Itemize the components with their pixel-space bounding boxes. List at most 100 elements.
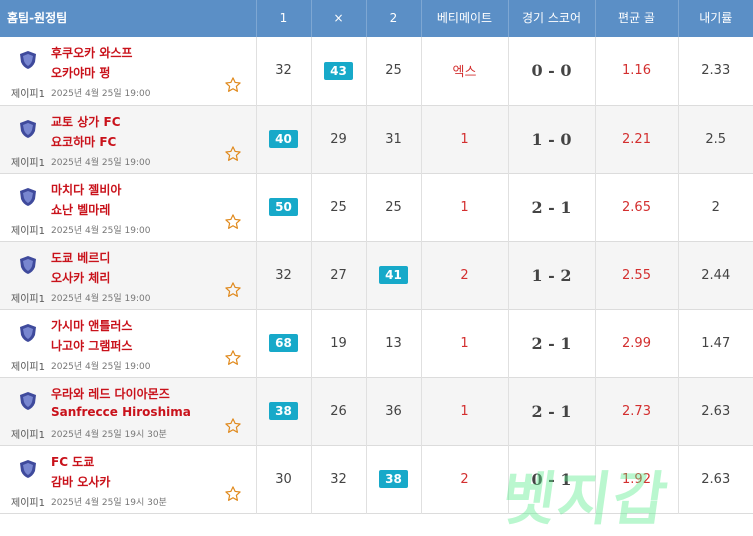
match-time: 2025년 4월 25일 19시 30분: [51, 429, 167, 440]
odds-away-value: 36: [385, 403, 402, 419]
header-odds-1[interactable]: 1: [256, 0, 312, 37]
away-team-name[interactable]: 나고야 그램퍼스: [51, 337, 132, 354]
team-shield-icon: [19, 187, 37, 207]
odds-home-badge: 50: [269, 198, 298, 216]
odds-home: 50: [256, 173, 312, 241]
team-shield-icon: [19, 323, 37, 343]
rate-value: 2.33: [701, 63, 731, 79]
match-time: 2025년 4월 25일 19:00: [51, 157, 151, 168]
header-avg-goals[interactable]: 편균 골: [595, 0, 679, 37]
match-row[interactable]: 가시마 앤틀러스 나고야 그램퍼스 제이피1 2025년 4월 25일 19:0…: [0, 309, 753, 377]
rate-value: 2.44: [678, 241, 753, 309]
odds-draw: 32: [311, 445, 367, 513]
odds-draw: 27: [311, 241, 367, 309]
odds-home: 68: [256, 309, 312, 377]
favorite-star-icon[interactable]: [224, 349, 242, 367]
betimate-pick: 엑스: [421, 37, 509, 105]
rate-value: 2.63: [678, 377, 753, 445]
match-time: 2025년 4월 25일 19:00: [51, 361, 151, 372]
match-score: 0 - 1: [508, 445, 596, 513]
match-row[interactable]: 도쿄 베르디 오사카 체리 제이피1 2025년 4월 25일 19:00 32…: [0, 241, 753, 309]
avg-goals: 2.99: [595, 309, 679, 377]
team-shield-icon: [19, 119, 37, 139]
team-cell[interactable]: FC 도쿄 감바 오사카 제이피1 2025년 4월 25일 19시 30분: [0, 445, 257, 513]
team-shield-icon: [19, 459, 37, 479]
betimate-pick: 2: [421, 445, 509, 513]
match-time: 2025년 4월 25일 19:00: [51, 293, 151, 304]
team-cell[interactable]: 가시마 앤틀러스 나고야 그램퍼스 제이피1 2025년 4월 25일 19:0…: [0, 309, 257, 377]
favorite-star-icon[interactable]: [224, 485, 242, 503]
home-team-name[interactable]: 도쿄 베르디: [51, 249, 110, 266]
team-cell[interactable]: 도쿄 베르디 오사카 체리 제이피1 2025년 4월 25일 19:00: [0, 241, 257, 309]
away-team-name[interactable]: 요코하마 FC: [51, 133, 116, 150]
odds-away: 25: [366, 37, 422, 105]
match-time: 2025년 4월 25일 19:00: [51, 89, 151, 99]
rate-value: 2.63: [701, 471, 731, 487]
betimate-pick: 1: [421, 105, 509, 173]
odds-home-value: 32: [275, 267, 292, 283]
favorite-star-icon[interactable]: [224, 76, 242, 94]
rate-value: 2: [711, 199, 720, 215]
header-betimate[interactable]: 베티메이트: [421, 0, 509, 37]
match-score: 2 - 1: [508, 377, 596, 445]
odds-home: 40: [256, 105, 312, 173]
favorite-star-icon[interactable]: [224, 213, 242, 231]
header-rate[interactable]: 내기률: [678, 0, 753, 37]
team-shield-icon: [19, 255, 37, 275]
odds-draw-value: 32: [330, 471, 347, 487]
odds-away: 38: [366, 445, 422, 513]
match-score: 2 - 1: [508, 309, 596, 377]
away-team-name[interactable]: 감바 오사카: [51, 473, 110, 490]
avg-goals: 1.16: [595, 37, 679, 105]
header-odds-x[interactable]: ×: [311, 0, 367, 37]
league-label: 제이피1: [11, 361, 45, 373]
home-team-name[interactable]: 마치다 젤비아: [51, 181, 121, 198]
away-team-name[interactable]: 오카야마 펑: [51, 64, 110, 81]
match-row[interactable]: 마치다 젤비아 쇼난 벨마레 제이피1 2025년 4월 25일 19:00 5…: [0, 173, 753, 241]
rate-value: 2.5: [678, 105, 753, 173]
away-team-name[interactable]: 쇼난 벨마레: [51, 201, 110, 218]
odds-home: 30: [256, 445, 312, 513]
odds-draw-value: 26: [330, 403, 347, 419]
team-cell[interactable]: 우라와 레드 다이아몬즈 Sanfrecce Hiroshima 제이피1 20…: [0, 377, 257, 445]
away-team-name[interactable]: 오사카 체리: [51, 269, 110, 286]
match-score: 0 - 0: [508, 37, 596, 105]
odds-away: 36: [366, 377, 422, 445]
odds-away: 13: [366, 309, 422, 377]
team-cell[interactable]: 후쿠오카 와스프 오카야마 펑 제이피1 2025년 4월 25일 19:00: [0, 37, 257, 105]
odds-draw: 43: [311, 37, 367, 105]
odds-draw-value: 29: [330, 131, 347, 147]
header-odds-2[interactable]: 2: [366, 0, 422, 37]
match-row[interactable]: 후쿠오카 와스프 오카야마 펑 제이피1 2025년 4월 25일 19:00 …: [0, 37, 753, 105]
odds-home-badge: 68: [269, 334, 298, 352]
match-time: 2025년 4월 25일 19시 30분: [51, 497, 167, 508]
odds-home-badge: 38: [269, 402, 298, 420]
header-match-score[interactable]: 경기 스코어: [508, 0, 596, 37]
odds-away: 41: [366, 241, 422, 309]
match-score: 1 - 0: [508, 105, 596, 173]
team-shield-icon: [19, 391, 37, 411]
home-team-name[interactable]: 교토 상가 FC: [51, 113, 121, 130]
header-team[interactable]: 홈팀-원정팀: [0, 0, 257, 37]
home-team-name[interactable]: 우라와 레드 다이아몬즈: [51, 385, 170, 402]
favorite-star-icon[interactable]: [224, 281, 242, 299]
team-cell[interactable]: 마치다 젤비아 쇼난 벨마레 제이피1 2025년 4월 25일 19:00: [0, 173, 257, 241]
match-row[interactable]: FC 도쿄 감바 오사카 제이피1 2025년 4월 25일 19시 30분 3…: [0, 445, 753, 513]
match-row[interactable]: 교토 상가 FC 요코하마 FC 제이피1 2025년 4월 25일 19:00…: [0, 105, 753, 173]
odds-draw: 29: [311, 105, 367, 173]
league-label: 제이피1: [11, 157, 45, 169]
favorite-star-icon[interactable]: [224, 145, 242, 163]
betimate-pick: 1: [421, 377, 509, 445]
team-cell[interactable]: 교토 상가 FC 요코하마 FC 제이피1 2025년 4월 25일 19:00: [0, 105, 257, 173]
odds-home-value: 32: [275, 63, 292, 79]
home-team-name[interactable]: FC 도쿄: [51, 453, 94, 470]
match-time: 2025년 4월 25일 19:00: [51, 225, 151, 236]
odds-away-value: 13: [385, 335, 402, 351]
home-team-name[interactable]: 가시마 앤틀러스: [51, 317, 132, 334]
favorite-star-icon[interactable]: [224, 417, 242, 435]
home-team-name[interactable]: 후쿠오카 와스프: [51, 44, 132, 61]
avg-goals: 2.55: [595, 241, 679, 309]
odds-away-badge: 41: [379, 266, 408, 284]
match-row[interactable]: 우라와 레드 다이아몬즈 Sanfrecce Hiroshima 제이피1 20…: [0, 377, 753, 445]
away-team-name[interactable]: Sanfrecce Hiroshima: [51, 405, 191, 419]
